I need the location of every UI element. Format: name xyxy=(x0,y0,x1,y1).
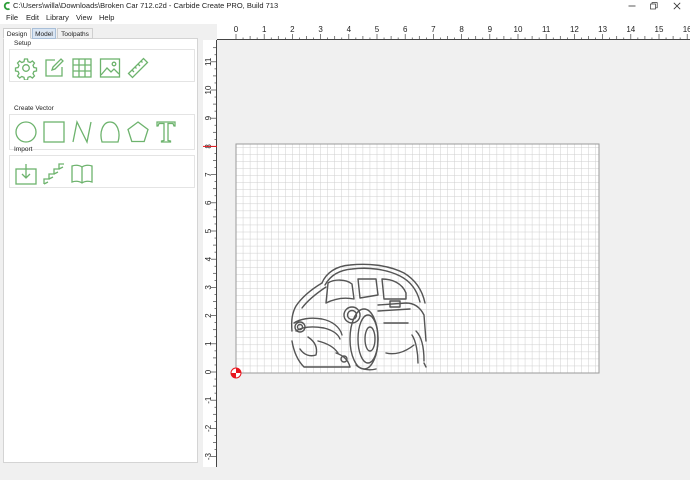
x-ruler-label: 8 xyxy=(459,25,464,34)
circle-tool-button[interactable] xyxy=(14,120,38,144)
carbide-create-icon xyxy=(3,1,10,11)
import-icon xyxy=(15,164,37,185)
minimize-icon xyxy=(628,5,636,7)
polygon-icon xyxy=(127,121,149,143)
canvas-bottom-strip xyxy=(203,467,690,480)
import-group-title: Import xyxy=(14,146,33,153)
measure-button[interactable] xyxy=(126,56,150,80)
left-ruler-ticks: 11109876543210-1-2-3 xyxy=(203,47,217,460)
grid-button[interactable] xyxy=(70,56,94,80)
menu-help[interactable]: Help xyxy=(99,12,114,24)
menu-bar: File Edit Library View Help xyxy=(0,12,690,24)
setup-group: Setup xyxy=(9,40,195,82)
import-model-button[interactable] xyxy=(42,162,66,186)
menu-library[interactable]: Library xyxy=(46,12,69,24)
design-panel: Setup Create Vector Import Design Model … xyxy=(0,24,200,480)
top-ruler: 0 1 2 3 4 5 6 7 8 9 10 11 12 13 14 15 16 xyxy=(217,24,690,40)
menu-file[interactable]: File xyxy=(6,12,18,24)
left-ruler: 11 10 9 8 7 6 5 4 3 2 1 0 -1 -2 -3 xyxy=(203,40,217,467)
import-group: Import xyxy=(9,146,195,188)
text-tool-button[interactable] xyxy=(154,120,178,144)
tab-toolpaths[interactable]: Toolpaths xyxy=(57,28,93,39)
x-ruler-label: 0 xyxy=(234,25,239,34)
x-ruler-label: 9 xyxy=(488,25,493,34)
title-bar: C:\Users\willa\Downloads\Broken Car 712.… xyxy=(0,0,690,12)
x-ruler-label: 12 xyxy=(570,25,579,34)
polyline-tool-button[interactable] xyxy=(70,120,94,144)
x-ruler-label: 5 xyxy=(375,25,380,34)
create-vector-group-title: Create Vector xyxy=(14,105,54,112)
minimize-button[interactable] xyxy=(622,0,642,12)
menu-edit[interactable]: Edit xyxy=(26,12,39,24)
edit-icon xyxy=(45,58,64,77)
stairs-icon xyxy=(43,163,64,185)
x-ruler-label: 7 xyxy=(431,25,436,34)
ruler-icon xyxy=(127,57,149,79)
tab-design[interactable]: Design xyxy=(3,28,31,39)
import-image-button[interactable] xyxy=(98,56,122,80)
import-vector-button[interactable] xyxy=(14,162,38,186)
tab-model[interactable]: Model xyxy=(32,28,56,39)
x-ruler-label: 14 xyxy=(626,25,635,34)
x-ruler-label: 13 xyxy=(598,25,607,34)
curve-icon xyxy=(100,121,120,143)
origin-marker[interactable] xyxy=(230,367,242,379)
x-ruler-label: 6 xyxy=(403,25,408,34)
close-button[interactable] xyxy=(667,0,687,12)
design-tab-body: Setup Create Vector Import xyxy=(3,38,198,463)
x-ruler-label: 11 xyxy=(542,25,551,34)
circle-icon xyxy=(15,121,37,143)
create-vector-group: Create Vector xyxy=(9,105,195,150)
x-ruler-label: 10 xyxy=(514,25,523,34)
restore-button[interactable] xyxy=(644,0,664,12)
top-ruler-ticks: 0 1 2 3 4 5 6 7 8 9 10 11 12 13 14 15 16 xyxy=(234,25,690,40)
edit-button[interactable] xyxy=(42,56,66,80)
setup-group-title: Setup xyxy=(14,40,31,47)
close-icon xyxy=(673,2,681,10)
library-button[interactable] xyxy=(70,162,94,186)
ruler-corner xyxy=(203,24,217,40)
x-ruler-label: 3 xyxy=(318,25,323,34)
curve-tool-button[interactable] xyxy=(98,120,122,144)
image-icon xyxy=(99,58,121,78)
design-canvas[interactable] xyxy=(218,41,690,467)
rectangle-icon xyxy=(43,121,65,143)
text-icon xyxy=(156,121,176,143)
polygon-tool-button[interactable] xyxy=(126,120,150,144)
x-ruler-label: 1 xyxy=(262,25,267,34)
polyline-icon xyxy=(72,120,92,144)
menu-view[interactable]: View xyxy=(76,12,92,24)
gear-icon xyxy=(14,58,38,80)
book-icon xyxy=(71,164,93,184)
window-title: C:\Users\willa\Downloads\Broken Car 712.… xyxy=(13,1,279,10)
restore-icon xyxy=(650,2,658,10)
x-ruler-label: 4 xyxy=(347,25,352,34)
rectangle-tool-button[interactable] xyxy=(42,120,66,144)
x-ruler-label: 2 xyxy=(290,25,295,34)
x-ruler-label: 16 xyxy=(683,25,690,34)
stock-material xyxy=(235,143,600,374)
job-setup-button[interactable] xyxy=(14,56,38,80)
canvas-drawing xyxy=(230,143,600,379)
grid-icon xyxy=(72,58,92,78)
x-ruler-label: 15 xyxy=(655,25,664,34)
